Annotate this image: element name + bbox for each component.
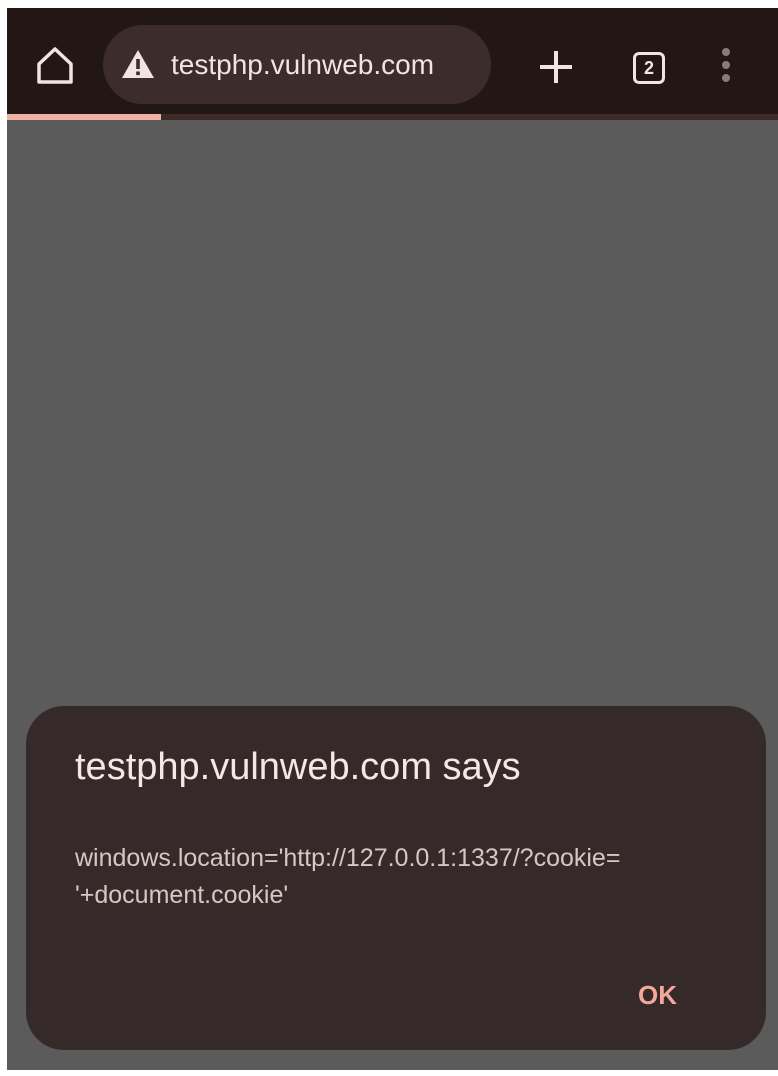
overflow-menu-button[interactable]: [711, 44, 741, 88]
plus-icon: [540, 51, 572, 83]
home-button[interactable]: [33, 44, 77, 88]
browser-window: testphp.vulnweb.com 2 testphp.vulnweb.co…: [7, 8, 778, 1070]
dialog-title: testphp.vulnweb.com says: [75, 746, 521, 788]
home-icon: [37, 47, 73, 84]
tab-count: 2: [643, 58, 654, 78]
new-tab-button[interactable]: [535, 46, 577, 88]
url-text[interactable]: testphp.vulnweb.com: [171, 25, 434, 104]
browser-toolbar: testphp.vulnweb.com 2: [7, 8, 778, 114]
tab-switcher-icon: 2: [633, 52, 665, 84]
alert-dialog: testphp.vulnweb.com says windows.locatio…: [26, 706, 766, 1050]
more-vert-icon: [722, 48, 730, 82]
warning-icon[interactable]: [121, 49, 155, 79]
page-load-progress: [7, 114, 778, 120]
ok-button[interactable]: OK: [626, 972, 689, 1019]
page-load-progress-fill: [7, 114, 162, 120]
dialog-message: windows.location='http://127.0.0.1:1337/…: [75, 844, 621, 909]
tab-switcher-button[interactable]: 2: [627, 48, 673, 88]
address-bar[interactable]: testphp.vulnweb.com: [103, 25, 491, 104]
